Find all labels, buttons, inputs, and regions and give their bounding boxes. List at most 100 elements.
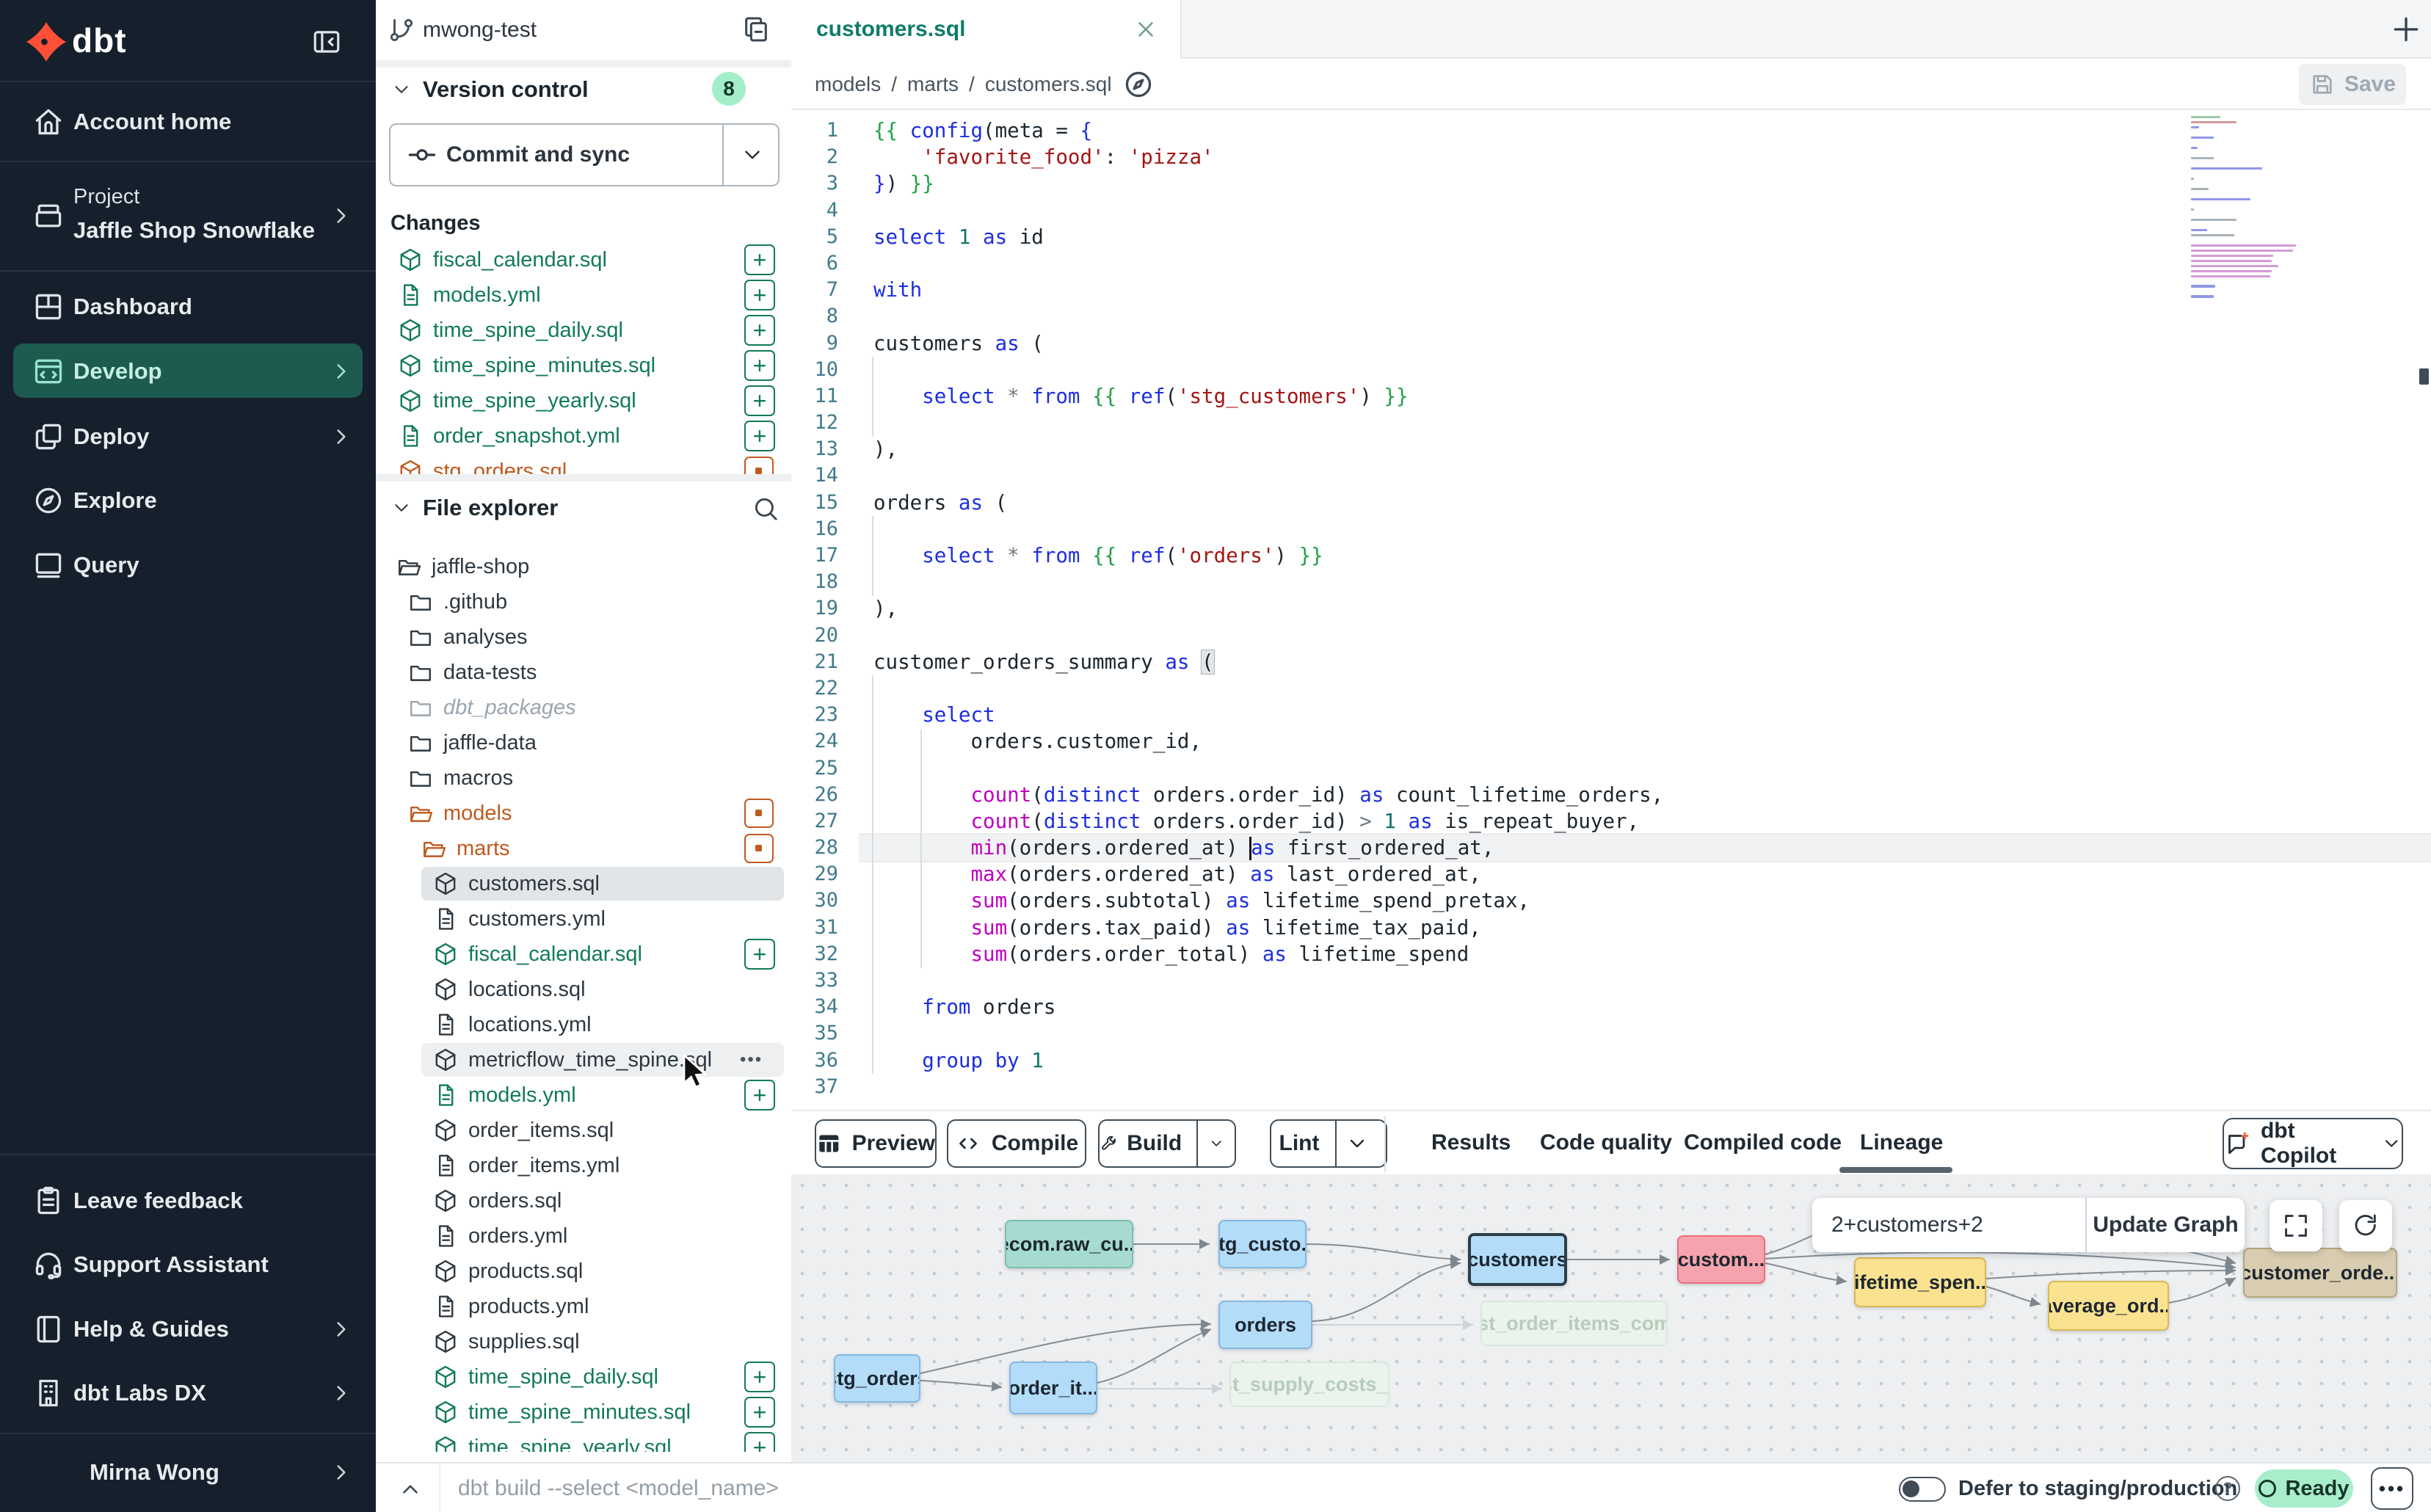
build-button[interactable]: Build — [1098, 1119, 1236, 1168]
chevron-down-icon[interactable] — [2381, 1133, 2402, 1155]
tree-row[interactable]: locations.yml + ••• — [376, 1007, 791, 1042]
file-explorer-header[interactable]: File explorer — [390, 490, 558, 526]
stage-plus-button[interactable]: + — [744, 350, 775, 381]
stage-plus-button[interactable]: + — [744, 1362, 775, 1392]
sidebar-item-help-guides[interactable]: Help & Guides — [0, 1297, 376, 1362]
sidebar-item-dbt-labs-dx[interactable]: dbt Labs DX — [0, 1361, 376, 1425]
change-row[interactable]: order_snapshot.yml + ••• — [376, 418, 791, 454]
search-icon[interactable] — [752, 495, 780, 523]
crumb-models[interactable]: models — [815, 73, 881, 96]
lineage-node[interactable]: orders — [1218, 1301, 1312, 1349]
command-input[interactable]: dbt build --select <model_name> — [458, 1464, 779, 1512]
branch-name[interactable]: mwong-test — [423, 18, 537, 43]
tree-row[interactable]: fiscal_calendar.sql + ••• — [376, 937, 791, 972]
chevron-down-icon[interactable] — [740, 142, 765, 167]
sidebar-user[interactable]: Mirna Wong — [0, 1442, 376, 1503]
refresh-button[interactable] — [2339, 1200, 2392, 1251]
tree-row[interactable]: time_spine_yearly.sql + ••• — [376, 1430, 791, 1452]
tree-row[interactable]: customers.yml + ••• — [376, 901, 791, 937]
tab-lineage[interactable]: Lineage — [1860, 1111, 1943, 1174]
lineage-node[interactable]: test_order_items_com... — [1480, 1301, 1668, 1346]
change-row[interactable]: time_spine_minutes.sql + ••• — [376, 348, 791, 383]
change-row[interactable]: fiscal_calendar.sql + ••• — [376, 242, 791, 277]
stage-plus-button[interactable]: + — [744, 939, 775, 970]
tree-row[interactable]: order_items.yml + ••• — [376, 1148, 791, 1183]
tree-row[interactable]: models + ••• — [376, 796, 791, 831]
stage-plus-button[interactable]: + — [744, 421, 775, 451]
explore-lineage-icon[interactable] — [1122, 68, 1155, 101]
row-menu-icon[interactable]: ••• — [740, 1050, 763, 1070]
lineage-node[interactable]: order_it... — [1009, 1362, 1097, 1414]
sidebar-item-deploy[interactable]: Deploy — [0, 404, 376, 469]
tree-row[interactable]: marts + ••• — [376, 831, 791, 866]
update-graph-button[interactable]: Update Graph — [2087, 1213, 2245, 1237]
sidebar-item-develop[interactable]: Develop — [0, 339, 376, 404]
stage-plus-button[interactable]: + — [744, 1432, 775, 1452]
chevron-down-icon[interactable] — [1345, 1132, 1369, 1155]
sidebar-item-account-home[interactable]: Account home — [0, 90, 376, 154]
defer-toggle[interactable] — [1899, 1477, 1946, 1502]
tree-row[interactable]: products.sql + ••• — [376, 1254, 791, 1289]
tree-row[interactable]: customers.sql + ••• — [376, 866, 791, 901]
lineage-node[interactable]: average_ord... — [2048, 1281, 2169, 1331]
sidebar-item-project[interactable]: Project Jaffle Shop Snowflake — [0, 161, 376, 270]
lineage-node[interactable]: stg_orders — [834, 1354, 920, 1403]
sidebar-item-dashboard[interactable]: Dashboard — [0, 275, 376, 339]
tree-row[interactable]: models.yml + ••• — [376, 1077, 791, 1113]
tree-row[interactable]: analyses + ••• — [376, 619, 791, 655]
copy-icon[interactable] — [741, 15, 771, 44]
commit-and-sync-button[interactable]: Commit and sync — [389, 123, 780, 186]
tree-row[interactable]: order_items.sql + ••• — [376, 1113, 791, 1148]
tree-row[interactable]: locations.sql + ••• — [376, 972, 791, 1007]
tree-row[interactable]: time_spine_minutes.sql + ••• — [376, 1395, 791, 1430]
chevron-down-icon[interactable] — [1208, 1132, 1224, 1155]
scrollbar-indicator[interactable] — [2419, 368, 2429, 385]
change-row[interactable]: models.yml + ••• — [376, 277, 791, 313]
lint-button[interactable]: Lint — [1270, 1119, 1387, 1168]
lineage-node[interactable]: test_supply_costs_s... — [1229, 1362, 1389, 1407]
stage-plus-button[interactable]: + — [744, 1080, 775, 1111]
tree-row[interactable]: jaffle-data + ••• — [376, 725, 791, 760]
stage-plus-button[interactable]: + — [744, 1397, 775, 1428]
lineage-panel[interactable]: ecom.raw_cu...stg_custo...count_lifetim.… — [791, 1174, 2431, 1462]
lineage-node[interactable]: customers — [1468, 1233, 1567, 1286]
more-options-button[interactable]: ••• — [2371, 1467, 2413, 1510]
lineage-node[interactable]: lifetime_spen... — [1854, 1257, 1986, 1307]
preview-button[interactable]: Preview — [815, 1119, 937, 1168]
tab-results[interactable]: Results — [1431, 1111, 1511, 1174]
stage-plus-button[interactable]: + — [744, 280, 775, 310]
version-control-header[interactable]: Version control — [390, 72, 589, 107]
change-row[interactable]: stg_orders.sql + ••• — [376, 454, 791, 474]
tab-customers-sql[interactable]: customers.sql — [791, 0, 1182, 59]
lineage-node[interactable]: customer_orde... — [2243, 1248, 2397, 1298]
lineage-node[interactable]: ecom.raw_cu... — [1005, 1220, 1133, 1268]
sidebar-item-support-assistant[interactable]: Support Assistant — [0, 1232, 376, 1297]
sidebar-item-query[interactable]: Query — [0, 533, 376, 597]
tree-row[interactable]: data-tests + ••• — [376, 655, 791, 690]
minimap[interactable] — [2191, 116, 2347, 305]
sidebar-item-leave-feedback[interactable]: Leave feedback — [0, 1168, 376, 1233]
crumb-file[interactable]: customers.sql — [985, 73, 1112, 96]
tree-row[interactable]: orders.yml + ••• — [376, 1218, 791, 1254]
close-icon[interactable] — [1133, 17, 1158, 42]
sidebar-item-explore[interactable]: Explore — [0, 468, 376, 533]
lineage-search-box[interactable]: 2+customers+2 Update Graph — [1812, 1198, 2245, 1252]
save-button[interactable]: Save — [2299, 64, 2406, 105]
lineage-node[interactable]: stg_custo... — [1218, 1220, 1307, 1268]
crumb-marts[interactable]: marts — [907, 73, 959, 96]
stage-plus-button[interactable]: + — [744, 244, 775, 275]
tree-row[interactable]: .github + ••• — [376, 584, 791, 619]
new-tab-icon[interactable] — [2390, 13, 2422, 46]
tree-row[interactable]: metricflow_time_spine.sql + ••• — [376, 1042, 791, 1077]
change-row[interactable]: time_spine_yearly.sql + ••• — [376, 383, 791, 418]
tree-row[interactable]: jaffle-shop + ••• — [376, 549, 791, 584]
stage-plus-button[interactable]: + — [744, 385, 775, 416]
stage-plus-button[interactable]: + — [744, 315, 775, 346]
tree-row[interactable]: supplies.sql + ••• — [376, 1324, 791, 1359]
dbt-copilot-button[interactable]: dbt Copilot — [2223, 1118, 2403, 1169]
status-badge[interactable]: Ready — [2255, 1469, 2353, 1508]
collapse-sidebar-icon[interactable] — [311, 26, 342, 57]
tree-row[interactable]: time_spine_daily.sql + ••• — [376, 1359, 791, 1395]
tree-row[interactable]: orders.sql + ••• — [376, 1183, 791, 1218]
lineage-selector-input[interactable]: 2+customers+2 — [1831, 1213, 2066, 1237]
